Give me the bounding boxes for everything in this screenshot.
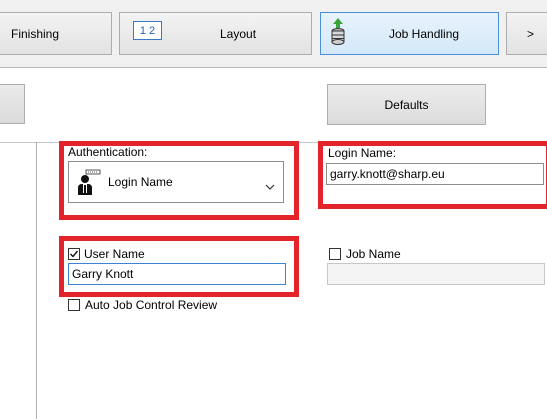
job-name-field[interactable] xyxy=(327,263,545,285)
authentication-label: Authentication: xyxy=(68,145,148,159)
defaults-button[interactable]: Defaults xyxy=(327,84,486,125)
user-name-value: Garry Knott xyxy=(72,267,134,281)
authentication-select[interactable]: Login Name xyxy=(68,161,284,203)
tab-finishing[interactable]: Finishing xyxy=(0,12,112,55)
chevron-down-icon xyxy=(265,179,275,190)
login-name-label: Login Name: xyxy=(328,146,397,160)
tab-scroll-right[interactable]: > xyxy=(506,12,547,55)
tab-job-handling-label: Job Handling xyxy=(389,26,460,41)
defaults-button-label: Defaults xyxy=(384,97,429,112)
user-name-label: User Name xyxy=(84,247,145,261)
authentication-selected-value: Login Name xyxy=(108,175,173,189)
login-name-value: garry.knott@sharp.eu xyxy=(330,167,445,181)
tab-job-handling[interactable]: Job Handling xyxy=(320,12,499,55)
job-name-label: Job Name xyxy=(346,247,401,261)
tab-layout[interactable]: 1 2 Layout xyxy=(119,12,312,55)
left-panel-button[interactable] xyxy=(0,84,25,124)
checkmark-icon xyxy=(70,250,79,258)
user-name-checkbox[interactable] xyxy=(68,248,80,260)
user-name-field[interactable]: Garry Knott xyxy=(68,263,286,285)
auto-job-control-review-checkbox[interactable] xyxy=(68,299,80,311)
layout-icon: 1 2 xyxy=(133,21,162,40)
group-box-line xyxy=(36,142,37,419)
login-name-field[interactable]: garry.knott@sharp.eu xyxy=(326,163,544,185)
tab-finishing-label: Finishing xyxy=(11,26,60,41)
tab-strip: Finishing 1 2 Layout Job Handling > xyxy=(0,0,547,68)
job-name-checkbox[interactable] xyxy=(329,248,341,260)
job-handling-icon xyxy=(330,18,346,46)
auto-job-control-review-label: Auto Job Control Review xyxy=(85,298,218,312)
user-login-icon xyxy=(76,169,102,197)
chevron-right-icon: > xyxy=(527,26,535,41)
tab-layout-label: Layout xyxy=(220,26,257,41)
